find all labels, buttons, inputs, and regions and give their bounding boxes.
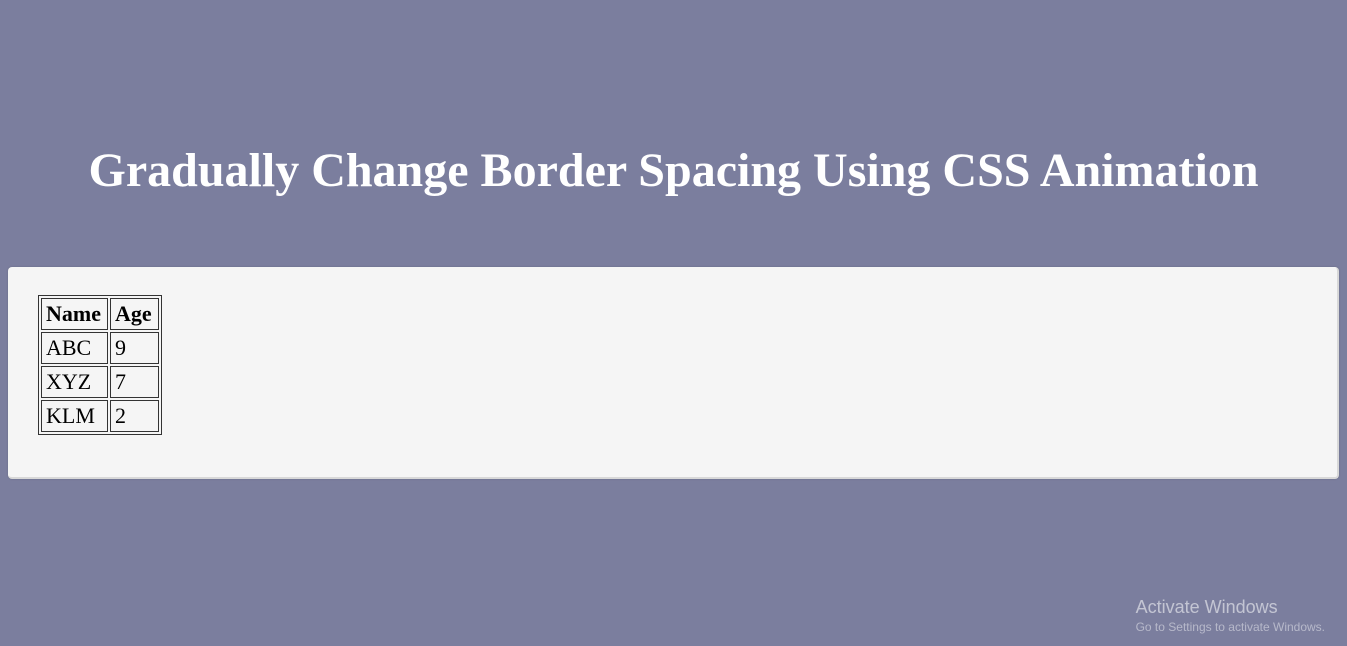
table-cell-name: XYZ [41, 366, 108, 398]
table-cell-name: ABC [41, 332, 108, 364]
windows-activation-watermark: Activate Windows Go to Settings to activ… [1136, 597, 1325, 634]
table-row: XYZ 7 [41, 366, 159, 398]
table-header-row: Name Age [41, 298, 159, 330]
table-row: ABC 9 [41, 332, 159, 364]
table-row: KLM 2 [41, 400, 159, 432]
table-cell-name: KLM [41, 400, 108, 432]
watermark-subtitle: Go to Settings to activate Windows. [1136, 620, 1325, 634]
table-cell-age: 9 [110, 332, 159, 364]
table-header-name: Name [41, 298, 108, 330]
page-title: Gradually Change Border Spacing Using CS… [0, 0, 1347, 242]
demo-table: Name Age ABC 9 XYZ 7 KLM 2 [38, 295, 162, 435]
watermark-title: Activate Windows [1136, 597, 1325, 618]
table-cell-age: 2 [110, 400, 159, 432]
table-cell-age: 7 [110, 366, 159, 398]
table-header-age: Age [110, 298, 159, 330]
content-panel: Name Age ABC 9 XYZ 7 KLM 2 [8, 267, 1339, 479]
